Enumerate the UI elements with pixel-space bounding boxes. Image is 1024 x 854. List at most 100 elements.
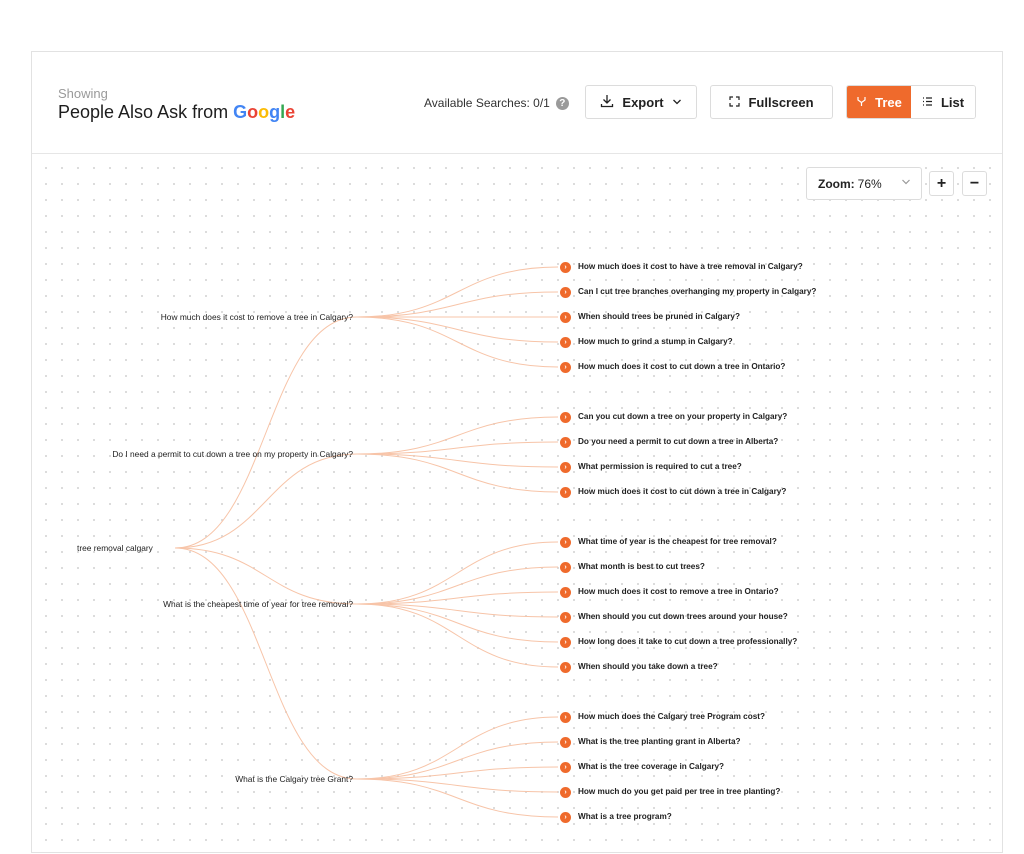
tab-tree[interactable]: Tree xyxy=(847,86,911,118)
tree-leaf-node[interactable]: › How much does it cost to cut down a tre… xyxy=(560,486,787,498)
arrow-circle-icon: › xyxy=(560,436,571,448)
tree-leaf-label: What is the tree planting grant in Alber… xyxy=(578,737,741,746)
tree-link xyxy=(356,453,559,468)
arrow-circle-icon: › xyxy=(560,461,571,473)
google-letter: e xyxy=(285,102,296,122)
zoom-value: 76% xyxy=(857,176,882,191)
arrow-circle-icon: › xyxy=(560,736,571,748)
tree-leaf-node[interactable]: › How long does it take to cut down a tre… xyxy=(560,636,797,648)
tree-leaf-label: How much does the Calgary tree Program c… xyxy=(578,712,765,721)
tree-leaf-label: Do you need a permit to cut down a tree … xyxy=(578,437,779,446)
tree-leaf-label: How much does it cost to remove a tree i… xyxy=(578,587,779,596)
arrow-circle-icon: › xyxy=(560,261,571,273)
arrow-circle-icon: › xyxy=(560,536,571,548)
tab-list[interactable]: List xyxy=(911,86,975,118)
tree-leaf-node[interactable]: › What is the tree planting grant in Albe… xyxy=(560,736,741,748)
tree-leaf-label: What time of year is the cheapest for tr… xyxy=(578,537,777,546)
available-searches-text: Available Searches: 0/1 xyxy=(424,96,550,110)
tree-link xyxy=(356,603,559,643)
tree-leaf-label: How much do you get paid per tree in tre… xyxy=(578,787,781,796)
zoom-out-button[interactable]: − xyxy=(962,171,987,196)
arrow-circle-icon: › xyxy=(560,711,571,723)
tree-leaf-label: What is a tree program? xyxy=(578,812,672,821)
tree-leaf-label: How much to grind a stump in Calgary? xyxy=(578,337,733,346)
tree-leaf-label: What permission is required to cut a tre… xyxy=(578,462,742,471)
tree-link xyxy=(356,316,559,368)
arrow-circle-icon: › xyxy=(560,636,571,648)
tree-link xyxy=(356,541,559,605)
fullscreen-button[interactable]: Fullscreen xyxy=(710,85,833,119)
zoom-select[interactable]: Zoom: 76% xyxy=(806,167,922,200)
tree-leaf-node[interactable]: › How much do you get paid per tree in tr… xyxy=(560,786,781,798)
panel-header: Showing People Also Ask from Google Avai… xyxy=(32,52,1002,154)
zoom-label: Zoom: xyxy=(818,176,855,191)
google-letter: o xyxy=(258,102,270,122)
tree-leaf-node[interactable]: › How much to grind a stump in Calgary? xyxy=(560,336,733,348)
arrow-circle-icon: › xyxy=(560,311,571,323)
google-letter: G xyxy=(233,102,248,122)
tree-link xyxy=(356,741,559,780)
arrow-circle-icon: › xyxy=(560,361,571,373)
tree-link xyxy=(174,547,358,780)
tree-leaf-node[interactable]: › How much does it cost to have a tree re… xyxy=(560,261,803,273)
export-label: Export xyxy=(622,94,664,110)
zoom-in-button[interactable]: + xyxy=(929,171,954,196)
arrow-circle-icon: › xyxy=(560,286,571,298)
arrow-circle-icon: › xyxy=(560,586,571,598)
tree-canvas[interactable]: Zoom: 76% + − tree removal calgary How mu… xyxy=(32,154,1002,854)
tree-leaf-node[interactable]: › What month is best to cut trees? xyxy=(560,561,705,573)
tree-leaf-label: How much does it cost to cut down a tree… xyxy=(578,362,786,371)
title-prefix: People Also Ask from xyxy=(58,102,229,122)
arrow-circle-icon: › xyxy=(560,811,571,823)
paa-tree-panel: Showing People Also Ask from Google Avai… xyxy=(31,51,1003,854)
tree-link xyxy=(356,316,559,343)
arrow-circle-icon: › xyxy=(560,761,571,773)
tree-leaf-node[interactable]: › Can you cut down a tree on your propert… xyxy=(560,411,788,423)
tree-leaf-node[interactable]: › Do you need a permit to cut down a tree… xyxy=(560,436,779,448)
tree-leaf-node[interactable]: › What is a tree program? xyxy=(560,811,672,823)
tree-link xyxy=(356,603,559,668)
tree-link xyxy=(356,566,559,605)
tree-leaf-label: What is the tree coverage in Calgary? xyxy=(578,762,725,771)
tree-link xyxy=(356,778,559,793)
tree-leaf-label: When should you cut down trees around yo… xyxy=(578,612,788,621)
help-icon[interactable]: ? xyxy=(555,96,569,110)
tree-leaf-node[interactable]: › When should you take down a tree? xyxy=(560,661,718,673)
export-button[interactable]: Export xyxy=(585,85,697,119)
tree-leaf-node[interactable]: › When should trees be pruned in Calgary? xyxy=(560,311,740,323)
tree-leaf-node[interactable]: › How much does the Calgary tree Program … xyxy=(560,711,765,723)
chevron-down-icon xyxy=(672,95,682,110)
tree-link xyxy=(356,603,559,618)
tree-link xyxy=(356,266,559,318)
google-logo: Google xyxy=(233,102,295,122)
tree-leaf-node[interactable]: › When should you cut down trees around y… xyxy=(560,611,788,623)
view-toggle: Tree List xyxy=(846,85,976,119)
tree-leaf-node[interactable]: › How much does it cost to cut down a tre… xyxy=(560,361,786,373)
tree-leaf-node[interactable]: › Can I cut tree branches overhanging my … xyxy=(560,286,816,298)
tree-leaf-node[interactable]: › How much does it cost to remove a tree … xyxy=(560,586,779,598)
tree-question-node[interactable]: What is the cheapest time of year for tr… xyxy=(163,599,353,609)
tree-leaf-label: How much does it cost to cut down a tree… xyxy=(578,487,787,496)
chevron-down-icon xyxy=(901,177,911,190)
tree-link xyxy=(356,453,559,493)
arrow-circle-icon: › xyxy=(560,786,571,798)
tree-link xyxy=(356,778,559,818)
tree-leaf-node[interactable]: › What is the tree coverage in Calgary? xyxy=(560,761,725,773)
tree-link xyxy=(356,416,559,455)
tree-question-node[interactable]: What is the Calgary tree Grant? xyxy=(235,774,353,784)
tree-leaf-node[interactable]: › What time of year is the cheapest for t… xyxy=(560,536,777,548)
list-icon xyxy=(922,95,933,110)
tree-link xyxy=(356,716,559,780)
tree-leaf-node[interactable]: › What permission is required to cut a tr… xyxy=(560,461,742,473)
tree-question-node[interactable]: How much does it cost to remove a tree i… xyxy=(161,312,353,322)
tree-leaf-label: When should you take down a tree? xyxy=(578,662,718,671)
tree-root-node[interactable]: tree removal calgary xyxy=(77,543,153,553)
google-letter: o xyxy=(247,102,259,122)
tree-leaf-label: What month is best to cut trees? xyxy=(578,562,705,571)
tree-link xyxy=(356,766,559,780)
tab-list-label: List xyxy=(940,94,965,110)
google-letter: g xyxy=(269,102,281,122)
tree-question-node[interactable]: Do I need a permit to cut down a tree on… xyxy=(112,449,353,459)
expand-icon xyxy=(729,95,741,110)
tree-leaf-label: Can you cut down a tree on your property… xyxy=(578,412,788,421)
